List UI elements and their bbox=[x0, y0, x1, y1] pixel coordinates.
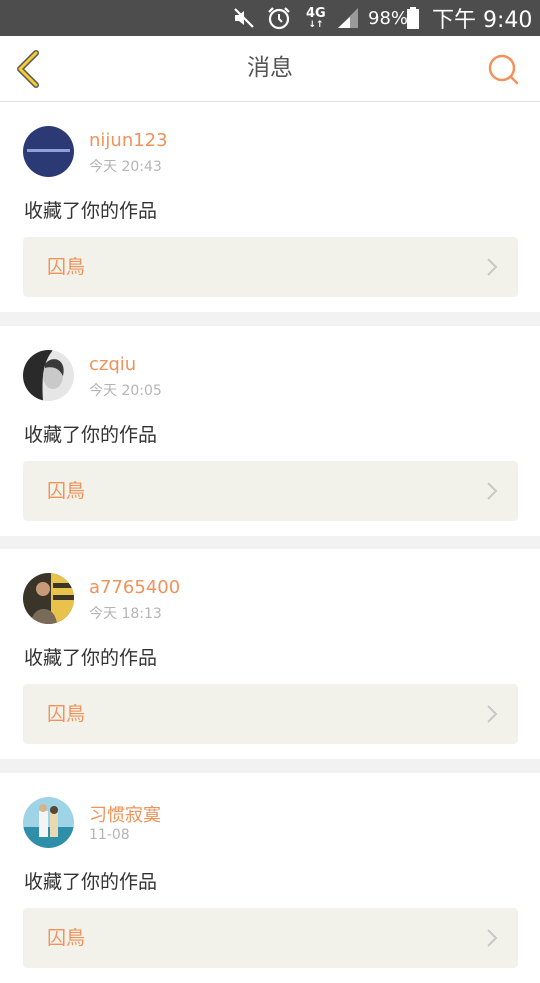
alarm-icon bbox=[266, 0, 292, 36]
message-card: 习惯寂寞 11-08 收藏了你的作品 囚鳥 bbox=[0, 773, 540, 983]
username[interactable]: nijun123 bbox=[89, 130, 168, 151]
search-button[interactable] bbox=[482, 50, 522, 90]
search-icon bbox=[488, 54, 519, 85]
chevron-right-icon bbox=[487, 482, 498, 500]
signal-icon bbox=[336, 0, 360, 36]
message-card: a7765400 今天 18:13 收藏了你的作品 囚鳥 bbox=[0, 549, 540, 759]
work-link[interactable]: 囚鳥 bbox=[23, 908, 518, 968]
timestamp: 今天 18:13 bbox=[89, 606, 162, 622]
message-card: nijun123 今天 20:43 收藏了你的作品 囚鳥 bbox=[0, 102, 540, 312]
chevron-right-icon bbox=[487, 929, 498, 947]
work-title: 囚鳥 bbox=[47, 927, 86, 949]
battery-percent: 98% bbox=[368, 7, 409, 29]
battery-icon bbox=[406, 0, 420, 36]
network-indicator: 4G ↓↑ bbox=[306, 0, 326, 36]
clock: 下午 9:40 bbox=[432, 8, 533, 33]
work-link[interactable]: 囚鳥 bbox=[23, 461, 518, 521]
username[interactable]: a7765400 bbox=[89, 577, 180, 598]
message-card: czqiu 今天 20:05 收藏了你的作品 囚鳥 bbox=[0, 326, 540, 536]
timestamp: 11-08 bbox=[89, 827, 130, 843]
avatar[interactable] bbox=[23, 573, 74, 624]
chevron-right-icon bbox=[487, 705, 498, 723]
timestamp: 今天 20:43 bbox=[89, 159, 162, 175]
network-arrows: ↓↑ bbox=[308, 19, 324, 30]
action-text: 收藏了你的作品 bbox=[24, 424, 158, 446]
action-text: 收藏了你的作品 bbox=[24, 871, 158, 893]
status-bar: 4G ↓↑ 98% 下午 9:40 bbox=[0, 0, 540, 36]
avatar[interactable] bbox=[23, 350, 74, 401]
timestamp: 今天 20:05 bbox=[89, 383, 162, 399]
mute-icon bbox=[232, 0, 256, 36]
username[interactable]: 习惯寂寞 bbox=[89, 801, 161, 827]
action-text: 收藏了你的作品 bbox=[24, 200, 158, 222]
chevron-right-icon bbox=[487, 258, 498, 276]
username[interactable]: czqiu bbox=[89, 354, 136, 375]
avatar[interactable] bbox=[23, 126, 74, 177]
work-title: 囚鳥 bbox=[47, 480, 86, 502]
page-title: 消息 bbox=[247, 55, 293, 81]
action-text: 收藏了你的作品 bbox=[24, 647, 158, 669]
nav-bar: 消息 bbox=[0, 36, 540, 102]
avatar[interactable] bbox=[23, 797, 74, 848]
work-link[interactable]: 囚鳥 bbox=[23, 684, 518, 744]
network-type: 4G bbox=[306, 5, 326, 21]
work-title: 囚鳥 bbox=[47, 703, 86, 725]
work-link[interactable]: 囚鳥 bbox=[23, 237, 518, 297]
work-title: 囚鳥 bbox=[47, 256, 86, 278]
